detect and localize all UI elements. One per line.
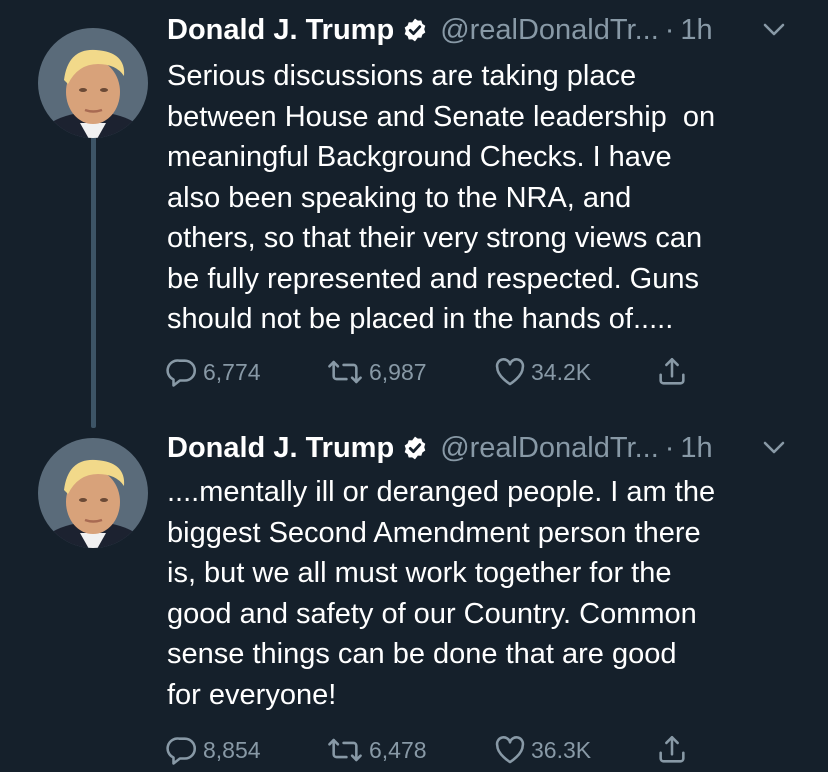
- tweet-text: Serious discussions are taking place bet…: [167, 60, 716, 335]
- author-handle[interactable]: @realDonaldTr...: [440, 432, 659, 465]
- chevron-down-icon[interactable]: [760, 438, 788, 458]
- retweet-count: 6,987: [369, 358, 427, 385]
- share-upload-icon: [655, 355, 689, 389]
- speech-bubble-icon: [165, 733, 199, 767]
- author-name[interactable]: Donald J. Trump: [167, 432, 394, 465]
- retweet-button[interactable]: 6,987: [325, 352, 427, 392]
- tweet-header: Donald J. Trump @realDonaldTr... · 1h: [167, 12, 713, 48]
- tweet-text: ....mentally ill or deranged people. I a…: [167, 476, 716, 711]
- like-button[interactable]: 34.2K: [493, 352, 591, 392]
- share-upload-icon: [655, 733, 689, 767]
- speech-bubble-icon: [165, 355, 199, 389]
- verified-badge-icon: [402, 17, 428, 43]
- reply-count: 6,774: [203, 358, 261, 385]
- tweet[interactable]: Donald J. Trump @realDonaldTr... · 1h Se…: [0, 0, 828, 420]
- like-count: 34.2K: [531, 358, 592, 385]
- share-button[interactable]: [655, 730, 689, 770]
- verified-badge-icon: [402, 435, 428, 461]
- timestamp[interactable]: 1h: [680, 432, 712, 465]
- tweet-actions: 8,854 6,478 36.3K: [165, 730, 725, 770]
- author-name[interactable]: Donald J. Trump: [167, 14, 394, 47]
- retweet-arrows-icon: [325, 733, 365, 767]
- reply-button[interactable]: 8,854: [165, 730, 261, 770]
- tweet-header: Donald J. Trump @realDonaldTr... · 1h: [167, 430, 713, 466]
- like-button[interactable]: 36.3K: [493, 730, 591, 770]
- chevron-down-icon[interactable]: [760, 20, 788, 40]
- avatar[interactable]: [38, 28, 148, 138]
- tweet[interactable]: Donald J. Trump @realDonaldTr... · 1h ..…: [0, 420, 828, 772]
- reply-count: 8,854: [203, 736, 261, 763]
- reply-button[interactable]: 6,774: [165, 352, 261, 392]
- author-handle[interactable]: @realDonaldTr...: [440, 14, 659, 47]
- heart-icon: [493, 733, 527, 767]
- like-count: 36.3K: [531, 736, 592, 763]
- tweet-actions: 6,774 6,987 34.2K: [165, 352, 725, 392]
- retweet-arrows-icon: [325, 355, 365, 389]
- retweet-count: 6,478: [369, 736, 427, 763]
- avatar[interactable]: [38, 438, 148, 548]
- separator-dot: ·: [664, 431, 675, 464]
- retweet-button[interactable]: 6,478: [325, 730, 427, 770]
- heart-icon: [493, 355, 527, 389]
- separator-dot: ·: [664, 13, 675, 46]
- timestamp[interactable]: 1h: [680, 14, 712, 47]
- share-button[interactable]: [655, 352, 689, 392]
